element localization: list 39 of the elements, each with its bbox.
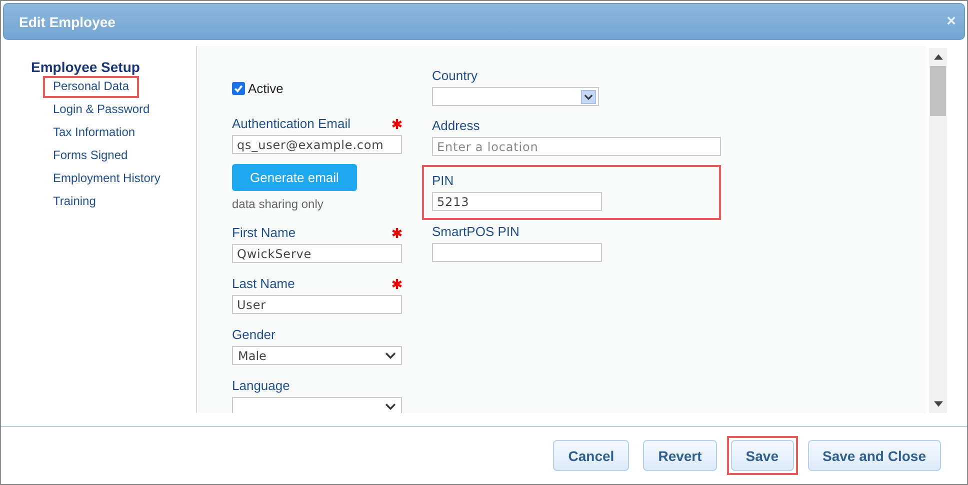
field-label: SmartPOS PIN xyxy=(432,224,520,239)
chevron-down-icon xyxy=(385,352,396,359)
input-field[interactable]: User xyxy=(232,295,402,314)
helper-text: data sharing only xyxy=(232,197,324,211)
dialog-button[interactable]: Save and Close xyxy=(808,440,941,471)
sidebar-item[interactable]: Forms Signed xyxy=(43,145,138,167)
input-field[interactable]: Enter a location xyxy=(432,137,721,156)
sidebar-heading: Employee Setup xyxy=(31,59,140,75)
scroll-up-icon[interactable] xyxy=(934,54,942,60)
dialog-button[interactable]: Cancel xyxy=(553,440,630,471)
field-label: PIN xyxy=(432,173,454,188)
sidebar-item[interactable]: Personal Data xyxy=(43,76,140,98)
field-label: Address xyxy=(432,118,480,133)
dialog-button[interactable]: Revert xyxy=(643,440,717,471)
sidebar-item[interactable]: Employment History xyxy=(43,168,170,190)
checkbox-label: Active xyxy=(248,81,284,96)
scrollbar[interactable] xyxy=(929,48,947,413)
input-field[interactable] xyxy=(432,243,602,262)
sidebar-item[interactable]: Training xyxy=(43,191,106,213)
chevron-down-icon xyxy=(385,403,396,410)
dialog-button[interactable]: Save xyxy=(730,440,794,471)
window-title: Edit Employee xyxy=(19,14,116,30)
dropdown[interactable]: Male xyxy=(232,346,402,365)
field-label: Gender xyxy=(232,327,276,342)
dropdown[interactable] xyxy=(432,87,599,106)
sidebar-item[interactable]: Login & Password xyxy=(43,99,160,121)
field-label: Country xyxy=(432,68,478,83)
dropdown[interactable] xyxy=(232,397,402,413)
sidebar-item[interactable]: Tax Information xyxy=(43,122,146,144)
field-label: Language xyxy=(232,378,290,393)
input-field[interactable]: qs_user@example.com xyxy=(232,135,402,154)
input-field[interactable]: QwickServe xyxy=(232,244,402,263)
field-label: Last Name xyxy=(232,276,295,291)
scroll-thumb[interactable] xyxy=(930,66,946,116)
field-label: Authentication Email xyxy=(232,116,351,131)
input-field[interactable]: 5213 xyxy=(432,192,602,211)
field-label: First Name xyxy=(232,225,296,240)
scroll-down-icon[interactable] xyxy=(934,401,942,407)
checkbox[interactable] xyxy=(232,82,245,95)
